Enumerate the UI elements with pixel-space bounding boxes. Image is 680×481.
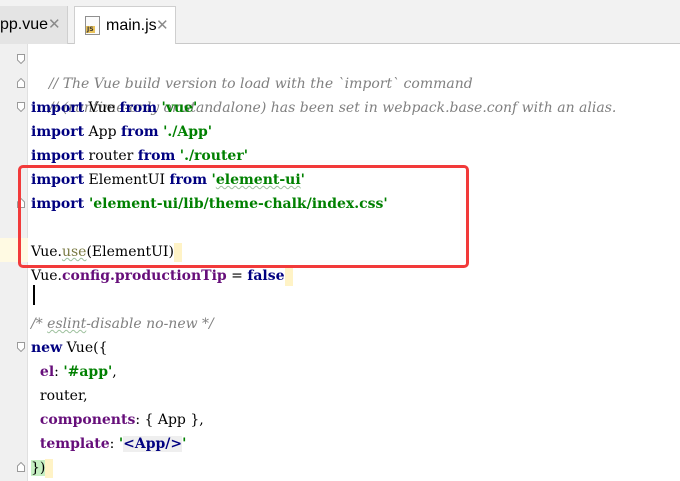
fold-end-icon[interactable]: [17, 78, 25, 88]
tab-label: main.js: [106, 16, 157, 34]
close-icon[interactable]: ✕: [156, 16, 169, 34]
close-icon[interactable]: ✕: [48, 15, 61, 33]
code-line-1: // The Vue build version to load with th…: [48, 76, 473, 92]
code-line-3: import Vue from 'vue': [31, 100, 198, 116]
code-line-4: import App from './App': [31, 124, 213, 140]
fold-start-icon[interactable]: [17, 54, 25, 64]
fold-end-icon[interactable]: [17, 462, 25, 472]
tab-label: pp.vue: [0, 16, 49, 33]
fold-start-icon[interactable]: [17, 342, 25, 352]
code-line-16: router,: [39, 388, 88, 404]
fold-start-icon[interactable]: [17, 102, 25, 112]
tab-app-vue[interactable]: pp.vue ✕: [0, 6, 68, 44]
code-line-14: new Vue({: [31, 340, 108, 356]
tab-main-js[interactable]: JS main.js ✕: [74, 6, 176, 44]
code-line-2: // (runtime-only or standalone) has been…: [48, 100, 617, 116]
js-file-icon: JS: [85, 16, 100, 35]
code-line-19: }): [28, 456, 54, 480]
code-line-18: template: '<App/>': [39, 436, 187, 452]
highlight-annotation-box: [18, 165, 469, 268]
text-caret: [33, 285, 35, 305]
code-line-13: /* eslint-disable no-new */: [31, 316, 214, 332]
code-line-17: components: { App },: [39, 412, 204, 428]
code-line-15: el: '#app',: [39, 364, 117, 380]
editor-tab-bar: pp.vue ✕ JS main.js ✕: [0, 0, 680, 44]
